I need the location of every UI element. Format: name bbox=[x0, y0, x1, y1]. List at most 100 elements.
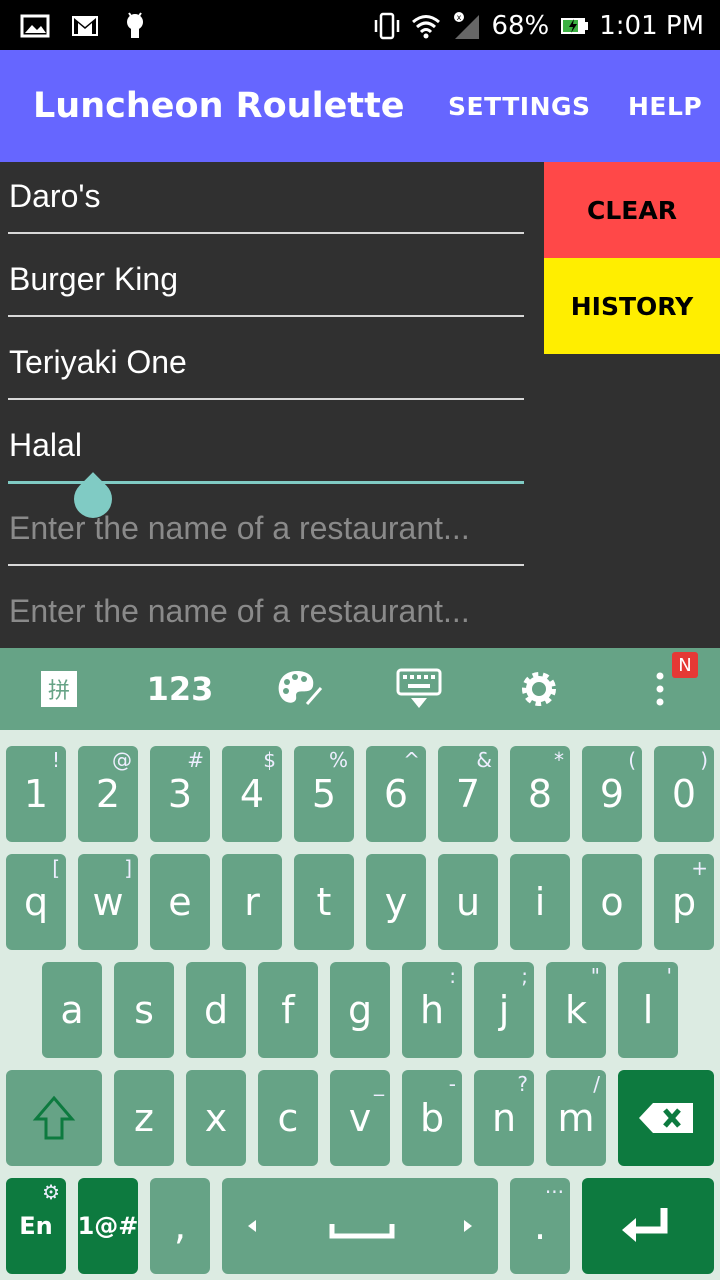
key-a[interactable]: a bbox=[42, 962, 102, 1058]
key-j[interactable]: j; bbox=[474, 962, 534, 1058]
key-e[interactable]: e bbox=[150, 854, 210, 950]
space-key[interactable] bbox=[222, 1178, 498, 1274]
cellular-signal-icon: x bbox=[451, 11, 481, 41]
key-label: e bbox=[168, 880, 192, 924]
key-0[interactable]: 0) bbox=[654, 746, 714, 842]
svg-text:拼: 拼 bbox=[48, 679, 70, 704]
settings-menu-button[interactable]: SETTINGS bbox=[448, 92, 591, 121]
restaurant-input[interactable]: Burger King bbox=[0, 245, 544, 328]
key-label: i bbox=[534, 880, 546, 924]
more-vert-icon[interactable] bbox=[650, 668, 670, 710]
key-k[interactable]: k " bbox=[546, 962, 606, 1058]
restaurant-input-empty[interactable]: Enter the name of a restaurant... bbox=[0, 494, 544, 577]
key-secondary-label: [ bbox=[52, 856, 60, 880]
key-r[interactable]: r bbox=[222, 854, 282, 950]
shift-key[interactable] bbox=[6, 1070, 102, 1166]
key-p[interactable]: p + bbox=[654, 854, 714, 950]
key-8[interactable]: 8 * bbox=[510, 746, 570, 842]
key-label: g bbox=[347, 988, 373, 1032]
key-4[interactable]: 4 $ bbox=[222, 746, 282, 842]
comma-key[interactable]: , bbox=[150, 1178, 210, 1274]
status-bar: x 68% 1:01 PM bbox=[0, 0, 720, 50]
key-secondary-label: ; bbox=[521, 964, 528, 988]
key-2[interactable]: 2 @ bbox=[78, 746, 138, 842]
restaurant-input[interactable]: Teriyaki One bbox=[0, 328, 544, 411]
key-5[interactable]: 5% bbox=[294, 746, 354, 842]
key-label: c bbox=[277, 1096, 299, 1140]
key-label: 1@# bbox=[77, 1212, 139, 1240]
keyboard-hide-icon[interactable] bbox=[396, 668, 442, 710]
key-secondary-label: @ bbox=[112, 748, 132, 772]
key-secondary-label: / bbox=[593, 1072, 600, 1096]
language-key[interactable]: En ⚙ bbox=[6, 1178, 66, 1274]
wifi-icon bbox=[411, 11, 441, 41]
key-label: u bbox=[455, 880, 481, 924]
clear-button[interactable]: CLEAR bbox=[544, 162, 720, 258]
restaurant-input[interactable]: Daro's bbox=[0, 162, 544, 245]
key-s[interactable]: s bbox=[114, 962, 174, 1058]
key-secondary-label: ? bbox=[517, 1072, 528, 1096]
small-gear-icon: ⚙ bbox=[42, 1180, 60, 1204]
key-label: y bbox=[384, 880, 408, 924]
key-f[interactable]: f bbox=[258, 962, 318, 1058]
key-secondary-label: ! bbox=[51, 748, 60, 772]
numbers-toolbar-button[interactable]: 123 bbox=[147, 668, 214, 710]
android-icon bbox=[120, 11, 150, 41]
key-label: z bbox=[134, 1096, 154, 1140]
gear-icon[interactable] bbox=[518, 668, 560, 710]
app-title: Luncheon Roulette bbox=[33, 86, 405, 126]
battery-charging-icon bbox=[559, 11, 589, 41]
key-secondary-label: # bbox=[187, 748, 204, 772]
key-t[interactable]: t bbox=[294, 854, 354, 950]
key-l[interactable]: l ' bbox=[618, 962, 678, 1058]
backspace-icon bbox=[618, 1070, 714, 1166]
key-x[interactable]: x bbox=[186, 1070, 246, 1166]
restaurant-name: Daro's bbox=[9, 178, 101, 214]
svg-text:x: x bbox=[457, 13, 462, 22]
key-secondary-label: $ bbox=[263, 748, 276, 772]
period-key[interactable]: . ··· bbox=[510, 1178, 570, 1274]
key-secondary-label: ^ bbox=[403, 748, 420, 772]
input-placeholder: Enter the name of a restaurant... bbox=[9, 593, 470, 629]
key-w[interactable]: w] bbox=[78, 854, 138, 950]
key-v[interactable]: v _ bbox=[330, 1070, 390, 1166]
key-z[interactable]: z bbox=[114, 1070, 174, 1166]
key-y[interactable]: y bbox=[366, 854, 426, 950]
key-9[interactable]: 9( bbox=[582, 746, 642, 842]
key-secondary-label: ( bbox=[628, 748, 636, 772]
palette-icon[interactable] bbox=[274, 668, 326, 710]
battery-percent: 68% bbox=[491, 11, 550, 41]
key-i[interactable]: i bbox=[510, 854, 570, 950]
help-menu-button[interactable]: HELP bbox=[628, 92, 702, 121]
key-label: s bbox=[134, 988, 154, 1032]
key-h[interactable]: h: bbox=[402, 962, 462, 1058]
history-button[interactable]: HISTORY bbox=[544, 258, 720, 354]
key-label: d bbox=[203, 988, 229, 1032]
notification-badge: N bbox=[672, 652, 698, 678]
key-u[interactable]: u bbox=[438, 854, 498, 950]
backspace-key[interactable] bbox=[618, 1070, 714, 1166]
key-6[interactable]: 6 ^ bbox=[366, 746, 426, 842]
key-1[interactable]: 1! bbox=[6, 746, 66, 842]
restaurant-list: Daro's Burger King Teriyaki One Halal En… bbox=[0, 162, 544, 660]
key-q[interactable]: q[ bbox=[6, 854, 66, 950]
key-m[interactable]: m / bbox=[546, 1070, 606, 1166]
key-g[interactable]: g bbox=[330, 962, 390, 1058]
key-secondary-label: ] bbox=[124, 856, 132, 880]
handwriting-icon[interactable]: 拼 bbox=[38, 668, 80, 710]
key-n[interactable]: n? bbox=[474, 1070, 534, 1166]
key-c[interactable]: c bbox=[258, 1070, 318, 1166]
restaurant-input-focused[interactable]: Halal bbox=[0, 411, 544, 526]
input-underline bbox=[8, 315, 524, 317]
key-3[interactable]: 3 # bbox=[150, 746, 210, 842]
space-bar-icon bbox=[222, 1178, 498, 1274]
restaurant-name: Teriyaki One bbox=[9, 344, 187, 380]
key-7[interactable]: 7 & bbox=[438, 746, 498, 842]
key-b[interactable]: b- bbox=[402, 1070, 462, 1166]
symbols-key[interactable]: 1@# bbox=[78, 1178, 138, 1274]
key-d[interactable]: d bbox=[186, 962, 246, 1058]
key-secondary-label: - bbox=[448, 1072, 456, 1096]
enter-key[interactable] bbox=[582, 1178, 714, 1274]
key-o[interactable]: o bbox=[582, 854, 642, 950]
enter-icon bbox=[582, 1178, 714, 1274]
